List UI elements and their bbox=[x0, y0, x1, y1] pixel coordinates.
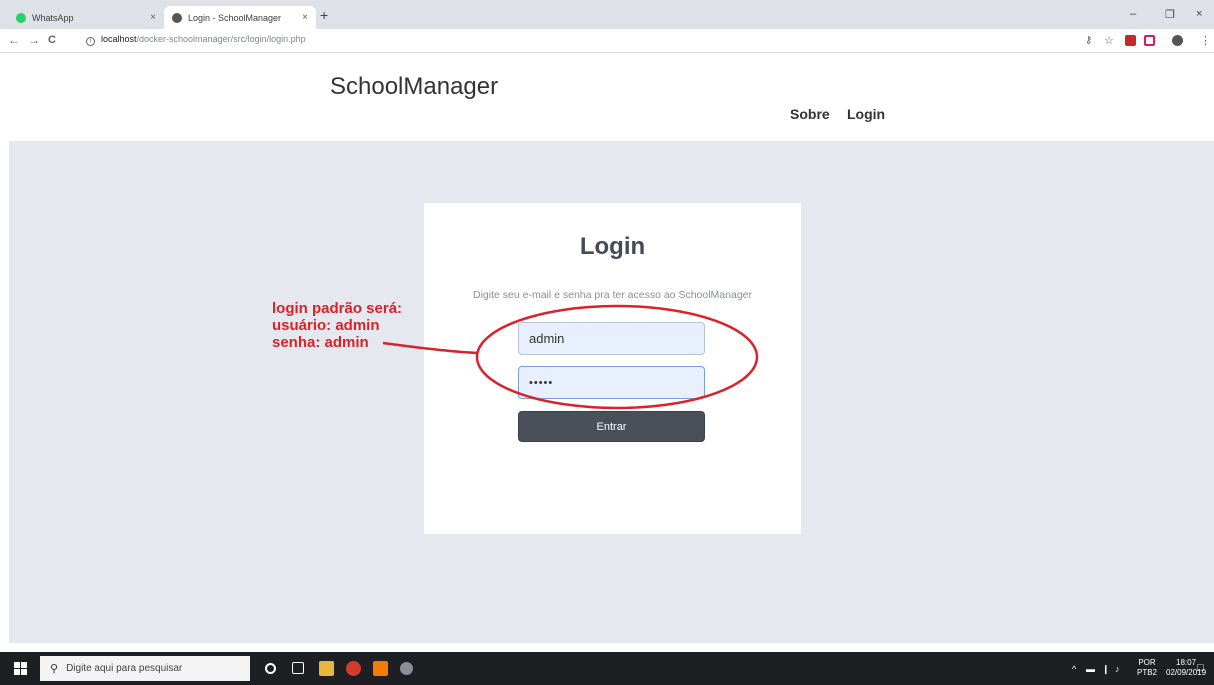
login-card: Login Digite seu e-mail e senha pra ter … bbox=[424, 203, 801, 534]
username-input[interactable] bbox=[518, 322, 705, 355]
search-icon: ⚲ bbox=[50, 663, 59, 675]
star-icon[interactable]: ☆ bbox=[1104, 34, 1114, 47]
close-icon[interactable]: × bbox=[150, 12, 156, 23]
network-icon[interactable]: ❙ bbox=[1102, 664, 1110, 675]
close-icon[interactable]: × bbox=[302, 12, 308, 23]
chrome-icon[interactable] bbox=[346, 661, 361, 676]
password-input[interactable] bbox=[518, 366, 705, 399]
language-indicator[interactable]: POR PTB2 bbox=[1137, 658, 1157, 678]
app-icon[interactable] bbox=[400, 662, 413, 675]
login-title: Login bbox=[579, 233, 646, 260]
back-button[interactable]: ← bbox=[8, 33, 20, 47]
minimize-button[interactable]: – bbox=[1130, 8, 1136, 20]
address-bar[interactable]: i localhost/docker-schoolmanager/src/logi… bbox=[86, 34, 306, 46]
menu-icon[interactable]: ⋮ bbox=[1200, 34, 1211, 47]
lang-top: POR bbox=[1138, 658, 1156, 667]
pdf-extension-icon[interactable] bbox=[1125, 35, 1136, 46]
windows-start-icon[interactable] bbox=[14, 662, 28, 675]
battery-icon[interactable]: ▬ bbox=[1086, 664, 1095, 674]
whatsapp-icon bbox=[16, 12, 26, 23]
search-placeholder: Digite aqui para pesquisar bbox=[66, 663, 183, 674]
file-explorer-icon[interactable] bbox=[319, 661, 334, 676]
browser-tab-bar: WhatsApp × Login - SchoolManager × + – ❐… bbox=[0, 0, 1214, 29]
close-window-button[interactable]: × bbox=[1196, 8, 1202, 20]
windows-taskbar: ⚲ Digite aqui para pesquisar ^ ▬ ❙ ♪ POR… bbox=[0, 652, 1214, 685]
key-icon[interactable]: ⚷ bbox=[1085, 35, 1092, 46]
nav-link-login[interactable]: Login bbox=[847, 106, 885, 122]
lang-bottom: PTB2 bbox=[1137, 668, 1158, 677]
xampp-icon[interactable] bbox=[373, 661, 388, 676]
task-view-icon[interactable] bbox=[292, 662, 304, 674]
forward-button[interactable]: → bbox=[28, 33, 40, 47]
pocket-extension-icon[interactable] bbox=[1144, 35, 1155, 46]
browser-toolbar: ← → C i localhost/docker-schoolmanager/sr… bbox=[0, 29, 1214, 53]
entrar-button[interactable]: Entrar bbox=[518, 411, 705, 442]
globe-icon bbox=[172, 12, 182, 23]
restore-button[interactable]: ❐ bbox=[1165, 8, 1175, 21]
annotation-line: usuário: admin bbox=[272, 317, 380, 334]
notifications-icon[interactable]: □ bbox=[1197, 662, 1204, 674]
url-host: localhost bbox=[101, 34, 137, 44]
reload-button[interactable]: C bbox=[48, 33, 56, 47]
annotation-text: login padrão será: usuário: admin senha:… bbox=[272, 300, 402, 351]
info-icon[interactable]: i bbox=[86, 37, 95, 46]
login-subtitle: Digite seu e-mail e senha pra ter acesso… bbox=[473, 289, 752, 301]
url-path: /docker-schoolmanager/src/login/login.ph… bbox=[136, 34, 306, 44]
new-tab-button[interactable]: + bbox=[320, 6, 328, 24]
tab-label: Login - SchoolManager bbox=[188, 12, 282, 23]
taskbar-search[interactable]: ⚲ Digite aqui para pesquisar bbox=[40, 656, 250, 681]
annotation-line: login padrão será: bbox=[272, 300, 403, 317]
chevron-up-icon[interactable]: ^ bbox=[1072, 664, 1076, 674]
tab-label: WhatsApp bbox=[32, 12, 74, 23]
tab-whatsapp[interactable]: WhatsApp × bbox=[8, 6, 164, 29]
nav-link-sobre[interactable]: Sobre bbox=[790, 106, 830, 122]
cortana-icon[interactable] bbox=[265, 663, 276, 674]
site-header: SchoolManager Sobre Login bbox=[0, 53, 1214, 141]
brand-logo[interactable]: SchoolManager bbox=[330, 73, 498, 101]
annotation-line: senha: admin bbox=[272, 334, 369, 351]
profile-avatar-icon[interactable] bbox=[1172, 35, 1183, 46]
tab-login-schoolmanager[interactable]: Login - SchoolManager × bbox=[164, 6, 316, 29]
volume-icon[interactable]: ♪ bbox=[1115, 664, 1120, 674]
